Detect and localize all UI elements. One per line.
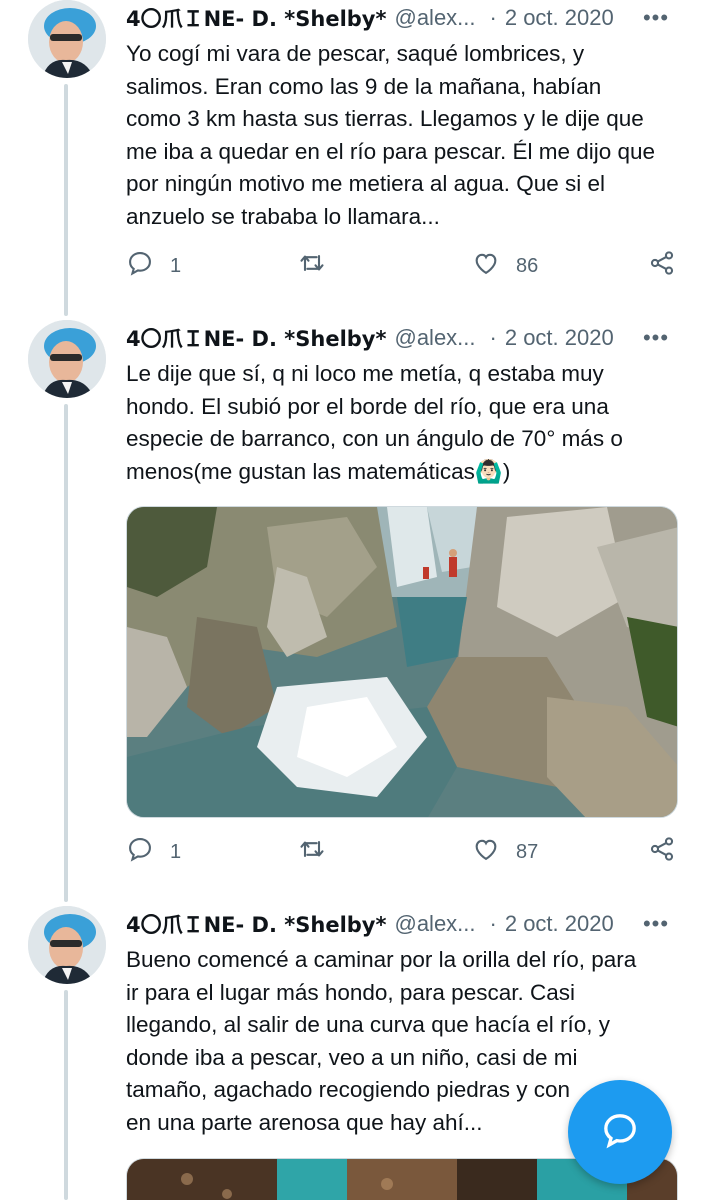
thread-line <box>64 404 68 902</box>
tweet-header: 4〇爪ＩNE- D. *Shelby* @alex... · 2 oct. 20… <box>126 0 680 36</box>
like-button[interactable]: 86 <box>472 246 538 286</box>
reply-button[interactable]: 1 <box>126 832 181 872</box>
tweet-media[interactable] <box>126 506 678 818</box>
retweet-button[interactable] <box>298 246 326 286</box>
display-name[interactable]: 4〇爪ＩNE- D. *Shelby* <box>126 3 386 33</box>
separator: · <box>489 911 497 936</box>
display-name[interactable]: 4〇爪ＩNE- D. *Shelby* <box>126 909 386 939</box>
user-handle[interactable]: @alex... <box>394 911 475 937</box>
tweet-actions: 1 86 <box>126 246 678 286</box>
tweet-header: 4〇爪ＩNE- D. *Shelby* @alex... · 2 oct. 20… <box>126 906 680 942</box>
heart-icon <box>472 249 500 283</box>
tweet-date[interactable]: 2 oct. 2020 <box>505 325 614 351</box>
heart-icon <box>472 835 500 869</box>
user-handle[interactable]: @alex... <box>394 5 475 31</box>
thread-line <box>64 84 68 316</box>
tweet-text: Yo cogí mi vara de pescar, saqué lombric… <box>126 41 656 229</box>
retweet-icon <box>298 835 326 869</box>
avatar[interactable] <box>28 0 106 78</box>
avatar[interactable] <box>28 906 106 984</box>
river-waterfall-photo <box>127 507 677 817</box>
separator: · <box>489 325 497 350</box>
share-icon <box>648 835 676 869</box>
reply-button[interactable]: 1 <box>126 246 181 286</box>
like-count: 86 <box>516 254 539 277</box>
user-handle[interactable]: @alex... <box>394 325 475 351</box>
more-options-button[interactable]: ••• <box>640 910 672 938</box>
retweet-button[interactable] <box>298 832 326 872</box>
compose-message-icon <box>600 1110 640 1155</box>
tweet-date[interactable]: 2 oct. 2020 <box>505 5 614 31</box>
tweet-header: 4〇爪ＩNE- D. *Shelby* @alex... · 2 oct. 20… <box>126 320 680 356</box>
share-icon <box>648 249 676 283</box>
share-button[interactable] <box>648 832 676 872</box>
tweet-date[interactable]: 2 oct. 2020 <box>505 911 614 937</box>
display-name[interactable]: 4〇爪ＩNE- D. *Shelby* <box>126 323 386 353</box>
retweet-icon <box>298 249 326 283</box>
tweet-actions: 1 87 <box>126 832 678 872</box>
like-button[interactable]: 87 <box>472 832 538 872</box>
separator: · <box>489 5 497 30</box>
tweet-text: Le dije que sí, q ni loco me metía, q es… <box>126 361 623 484</box>
thread-line <box>64 990 68 1200</box>
like-count: 87 <box>516 840 539 863</box>
avatar[interactable] <box>28 320 106 398</box>
share-button[interactable] <box>648 246 676 286</box>
more-options-button[interactable]: ••• <box>640 4 672 32</box>
avatar-image <box>28 0 106 78</box>
more-options-button[interactable]: ••• <box>640 324 672 352</box>
avatar-image <box>28 906 106 984</box>
reply-count: 1 <box>170 840 182 863</box>
reply-icon <box>126 249 154 283</box>
compose-message-button[interactable] <box>568 1080 672 1184</box>
reply-icon <box>126 835 154 869</box>
reply-count: 1 <box>170 254 182 277</box>
avatar-image <box>28 320 106 398</box>
